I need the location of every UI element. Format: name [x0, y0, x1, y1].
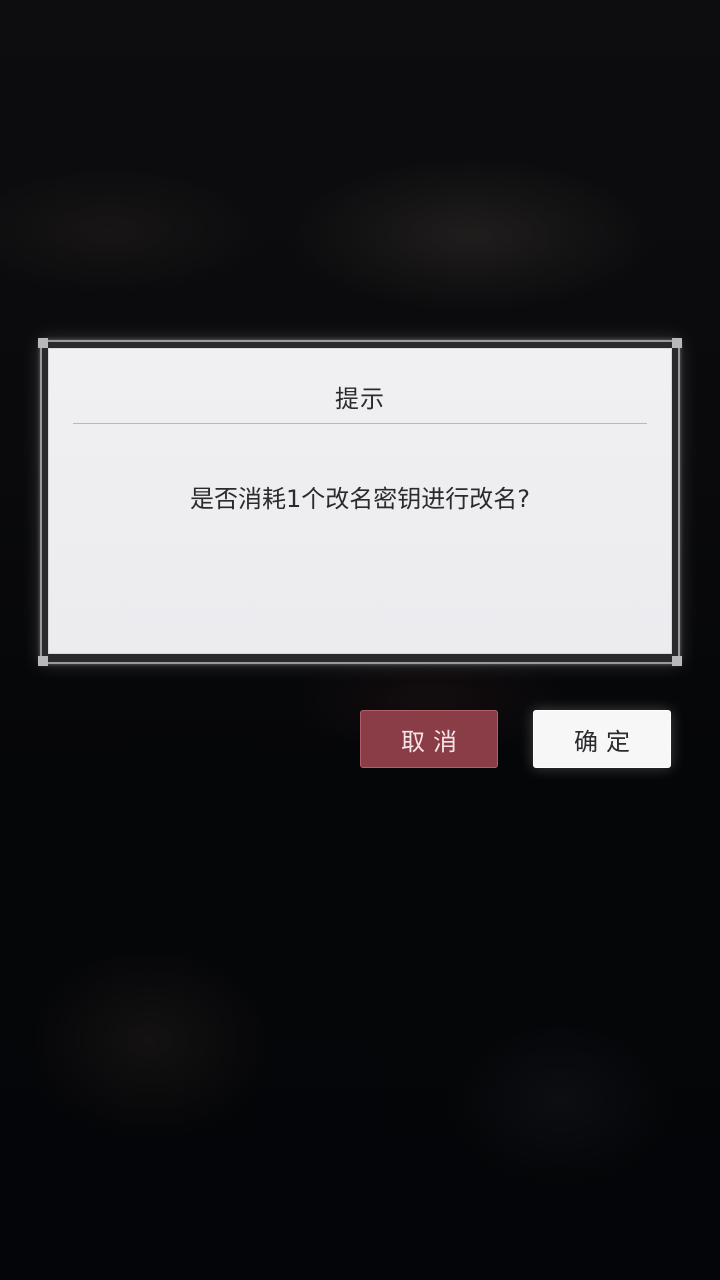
frame-corner-bottom-right: [672, 656, 682, 666]
cancel-button[interactable]: 取消: [360, 710, 498, 768]
game-screen: 提示 是否消耗1个改名密钥进行改名? 取消 确定: [0, 0, 720, 1280]
dialog-message: 是否消耗1个改名密钥进行改名?: [189, 485, 530, 513]
confirm-button-label: 确定: [574, 727, 638, 756]
frame-corner-bottom-left: [38, 656, 48, 666]
frame-corner-top-left: [38, 338, 48, 348]
title-divider: [73, 423, 647, 424]
cancel-button-label: 取消: [401, 727, 465, 756]
confirm-button[interactable]: 确定: [533, 710, 671, 768]
dialog-panel: 提示 是否消耗1个改名密钥进行改名?: [48, 348, 672, 654]
frame-corner-top-right: [672, 338, 682, 348]
dialog-title: 提示: [335, 385, 385, 413]
rename-confirm-dialog: 提示 是否消耗1个改名密钥进行改名?: [38, 338, 682, 666]
